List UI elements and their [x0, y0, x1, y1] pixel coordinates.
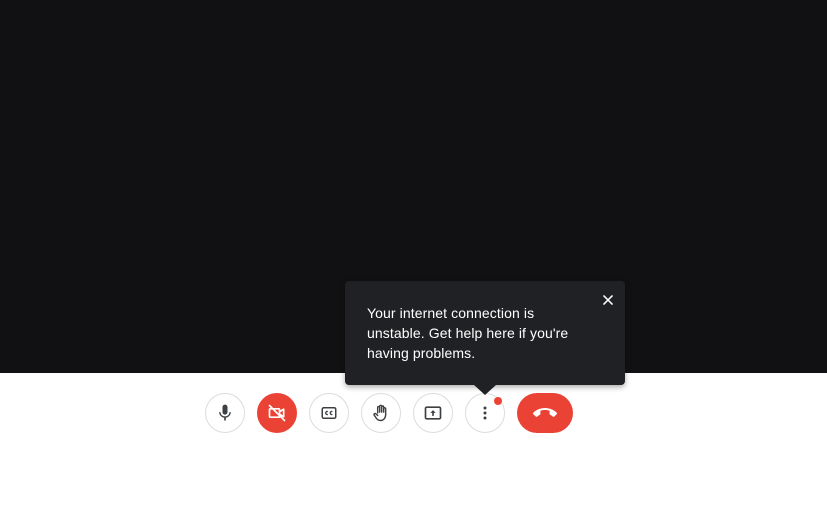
- tooltip-close-button[interactable]: [598, 290, 618, 310]
- close-icon: [603, 295, 613, 305]
- notification-dot: [494, 397, 502, 405]
- connection-warning-tooltip: Your internet connection is unstable. Ge…: [345, 281, 625, 395]
- camera-toggle-button[interactable]: [257, 393, 297, 433]
- hang-up-phone-icon: [533, 408, 557, 417]
- captions-button[interactable]: [309, 393, 349, 433]
- raise-hand-icon: [373, 404, 387, 422]
- camera-off-icon: [268, 404, 286, 422]
- microphone-button[interactable]: [205, 393, 245, 433]
- closed-captions-icon: [321, 407, 337, 419]
- raise-hand-button[interactable]: [361, 393, 401, 433]
- end-call-button[interactable]: [517, 393, 573, 433]
- present-screen-button[interactable]: [413, 393, 453, 433]
- microphone-icon: [219, 404, 231, 421]
- present-screen-icon: [424, 406, 442, 420]
- controls-bar: [0, 373, 827, 514]
- tooltip-message[interactable]: Your internet connection is unstable. Ge…: [367, 303, 591, 363]
- more-vert-icon: [483, 406, 487, 420]
- tooltip-arrow: [474, 385, 496, 395]
